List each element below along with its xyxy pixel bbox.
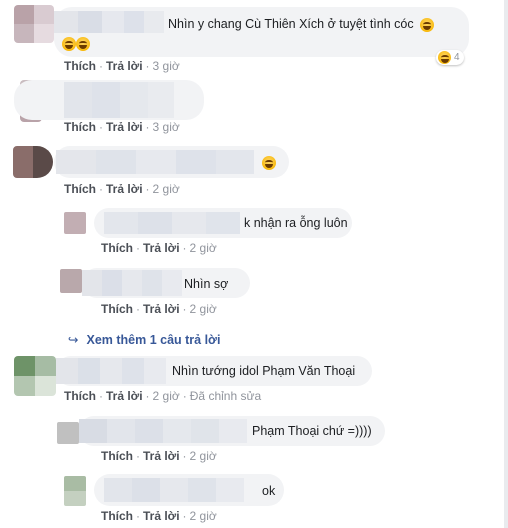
redacted-name xyxy=(79,419,247,443)
reply-link[interactable]: Trả lời xyxy=(106,59,143,73)
like-link[interactable]: Thích xyxy=(64,389,96,403)
haha-reaction-icon xyxy=(438,51,451,64)
like-link[interactable]: Thích xyxy=(64,182,96,196)
comment-actions: Thích · Trả lời · 3 giờ xyxy=(64,59,180,73)
comment-bubble: Nhìn tướng idol Phạm Văn Thoại xyxy=(56,356,372,386)
avatar[interactable] xyxy=(64,212,86,234)
like-link[interactable]: Thích xyxy=(101,509,133,523)
frame-edge xyxy=(504,0,508,528)
reply-link[interactable]: Trả lời xyxy=(106,120,143,134)
comment-bubble: Nhìn y chang Cù Thiên Xích ở tuyệt tình … xyxy=(54,7,469,57)
comment-text: Phạm Thoại chứ =)))) xyxy=(252,424,372,438)
avatar[interactable] xyxy=(64,476,86,506)
comment-actions: Thích · Trả lời · 2 giờ · Đã chỉnh sửa xyxy=(64,389,262,403)
redacted-text xyxy=(64,82,174,118)
redacted-name xyxy=(82,270,182,296)
grinning-squint-emoji xyxy=(62,36,76,51)
comment-bubble xyxy=(14,80,204,120)
timestamp[interactable]: 2 giờ xyxy=(190,302,217,316)
comment-text: Nhìn y chang Cù Thiên Xích ở tuyệt tình … xyxy=(168,17,414,31)
comment-text: k nhận ra ỗng luôn xyxy=(244,216,348,230)
reply-link[interactable]: Trả lời xyxy=(106,182,143,196)
reply-bubble: k nhận ra ỗng luôn xyxy=(94,208,352,238)
comment-bubble xyxy=(54,146,289,178)
comment-actions: Thích · Trả lời · 2 giờ xyxy=(101,509,217,523)
grinning-squint-emoji xyxy=(76,36,90,51)
redacted-name xyxy=(104,212,240,234)
like-link[interactable]: Thích xyxy=(101,302,133,316)
redacted-name xyxy=(104,478,244,502)
timestamp[interactable]: 2 giờ xyxy=(153,182,180,196)
timestamp[interactable]: 2 giờ xyxy=(190,449,217,463)
comment-text: Nhìn sợ xyxy=(184,277,229,291)
like-link[interactable]: Thích xyxy=(64,120,96,134)
grinning-emoji xyxy=(262,155,276,170)
comment-actions: Thích · Trả lời · 3 giờ xyxy=(64,120,180,134)
reply-link[interactable]: Trả lời xyxy=(106,389,143,403)
avatar[interactable] xyxy=(57,422,79,444)
avatar[interactable] xyxy=(60,269,82,293)
avatar[interactable] xyxy=(14,5,54,43)
reply-link[interactable]: Trả lời xyxy=(143,241,180,255)
like-link[interactable]: Thích xyxy=(101,449,133,463)
comment-actions: Thích · Trả lời · 2 giờ xyxy=(64,182,180,196)
reply-link[interactable]: Trả lời xyxy=(143,449,180,463)
timestamp[interactable]: 3 giờ xyxy=(153,120,180,134)
grinning-squint-emoji xyxy=(420,17,435,32)
timestamp[interactable]: 2 giờ xyxy=(190,241,217,255)
redacted-name xyxy=(54,11,164,33)
reply-link[interactable]: Trả lời xyxy=(143,302,180,316)
reply-bubble: Phạm Thoại chứ =)))) xyxy=(79,416,385,446)
view-more-replies-link[interactable]: ↪ Xem thêm 1 câu trả lời xyxy=(68,332,220,347)
reaction-count: 4 xyxy=(454,52,460,63)
reply-bubble: ok xyxy=(94,474,284,506)
redacted-name xyxy=(56,358,166,384)
comment-actions: Thích · Trả lời · 2 giờ xyxy=(101,241,217,255)
avatar[interactable] xyxy=(14,356,56,396)
timestamp[interactable]: 3 giờ xyxy=(153,59,180,73)
comment-actions: Thích · Trả lời · 2 giờ xyxy=(101,449,217,463)
comment-actions: Thích · Trả lời · 2 giờ xyxy=(101,302,217,316)
reply-arrow-icon: ↪ xyxy=(68,333,79,347)
reply-link[interactable]: Trả lời xyxy=(143,509,180,523)
timestamp[interactable]: 2 giờ xyxy=(190,509,217,523)
timestamp[interactable]: 2 giờ xyxy=(153,389,180,403)
edited-label[interactable]: Đã chỉnh sửa xyxy=(190,389,261,403)
comment-text: Nhìn tướng idol Phạm Văn Thoại xyxy=(172,364,356,378)
comment-text: ok xyxy=(262,484,276,498)
reply-bubble: Nhìn sợ xyxy=(82,268,250,298)
like-link[interactable]: Thích xyxy=(64,59,96,73)
avatar[interactable] xyxy=(13,146,53,178)
redacted-text xyxy=(56,150,254,174)
like-link[interactable]: Thích xyxy=(101,241,133,255)
reaction-badge[interactable]: 4 xyxy=(436,50,464,65)
